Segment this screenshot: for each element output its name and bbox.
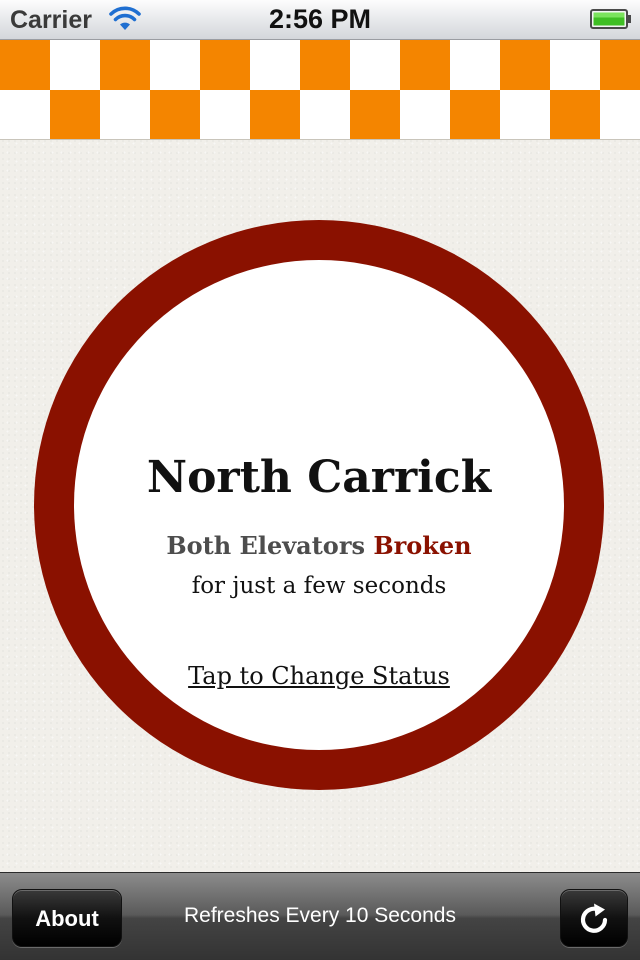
change-status-link[interactable]: Tap to Change Status: [74, 660, 564, 692]
refresh-button[interactable]: [560, 889, 628, 947]
status-bar: Carrier 2:56 PM: [0, 0, 640, 40]
checker-banner: [0, 40, 640, 140]
status-condition: Broken: [373, 531, 472, 560]
building-name: North Carrick: [146, 452, 492, 503]
elevator-status: Both Elevators Broken: [74, 530, 564, 562]
status-card: North Carrick Both Elevators Broken for …: [74, 260, 564, 750]
refresh-caption: Refreshes Every 10 Seconds: [184, 904, 456, 927]
status-circle-button[interactable]: North Carrick Both Elevators Broken for …: [34, 220, 604, 790]
refresh-icon: [580, 903, 608, 933]
battery-icon: [590, 9, 631, 29]
status-subject: Both Elevators: [166, 531, 365, 560]
about-button[interactable]: About: [12, 889, 122, 947]
status-duration: for just a few seconds: [191, 573, 447, 599]
bottom-toolbar: About Refreshes Every 10 Seconds: [0, 872, 640, 960]
app-screen: Carrier 2:56 PM North Carrick Both Eleva…: [0, 0, 640, 960]
clock: 2:56 PM: [268, 4, 372, 34]
